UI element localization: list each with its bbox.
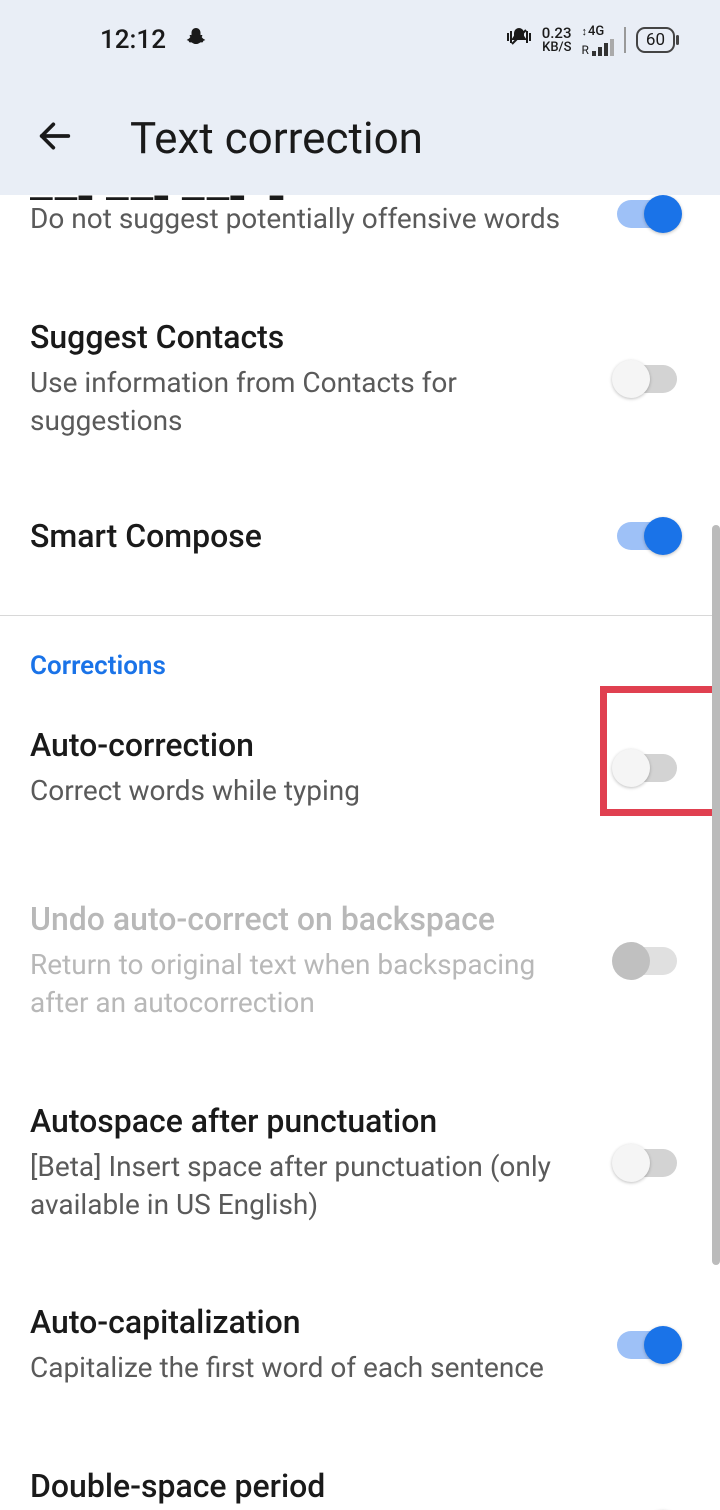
setting-subtitle: Return to original text when backspacing… [30, 946, 582, 1022]
status-bar: 12:12 0.23 KB/S ↕ 4G R [0, 0, 720, 80]
setting-title: Smart Compose [30, 517, 582, 555]
setting-subtitle: Do not suggest potentially offensive wor… [30, 200, 582, 238]
toggle-undo-autocorrect [612, 942, 682, 980]
status-left: 12:12 [100, 24, 208, 57]
page-title: Text correction [130, 112, 423, 164]
setting-double-space-period[interactable]: Double-space period Double tap on spaceb… [0, 1417, 720, 1510]
setting-auto-correction[interactable]: Auto-correction Correct words while typi… [0, 691, 720, 850]
toggle-smart-compose[interactable] [612, 517, 682, 555]
status-right: 0.23 KB/S ↕ 4G R 60 [506, 25, 675, 56]
toggle-autospace[interactable] [612, 1144, 682, 1182]
toggle-auto-correction[interactable] [612, 749, 682, 787]
scrollbar[interactable] [712, 525, 720, 1265]
setting-subtitle: Correct words while typing [30, 772, 582, 810]
setting-title: Autospace after punctuation [30, 1102, 582, 1140]
battery-indicator: 60 [636, 27, 675, 53]
network-speed: 0.23 KB/S [542, 26, 572, 54]
divider-icon [624, 27, 626, 53]
section-header-corrections: Corrections [0, 616, 720, 691]
setting-subtitle: [Beta] Insert space after punctuation (o… [30, 1148, 582, 1224]
setting-title: Double-space period [30, 1467, 582, 1505]
toggle-auto-capitalization[interactable] [612, 1326, 682, 1364]
signal-indicator: ↕ 4G R [581, 25, 613, 56]
snapchat-icon [184, 24, 208, 57]
setting-title: Suggest Contacts [30, 318, 582, 356]
setting-title: Auto-correction [30, 726, 582, 764]
setting-smart-compose[interactable]: Smart Compose [0, 469, 720, 597]
setting-title: Undo auto-correct on backspace [30, 900, 582, 938]
toggle-suggest-contacts[interactable] [612, 360, 682, 398]
setting-block-offensive[interactable]: ▄▄▖▄▄▖▄▄▖▗ ▗▄▖▄▄▖▗▄▖▄▄▖▄▄▖▗▄▖ ▗▗▗ ▗▄▖▄▄▖… [0, 195, 720, 268]
setting-subtitle: Use information from Contacts for sugges… [30, 364, 582, 440]
vibrate-icon [506, 26, 532, 54]
setting-autospace[interactable]: Autospace after punctuation [Beta] Inser… [0, 1052, 720, 1254]
app-bar: Text correction [0, 80, 720, 195]
back-button[interactable] [35, 116, 75, 160]
toggle-block-offensive[interactable] [612, 195, 682, 233]
setting-suggest-contacts[interactable]: Suggest Contacts Use information from Co… [0, 268, 720, 470]
settings-list: ▄▄▖▄▄▖▄▄▖▗ ▗▄▖▄▄▖▗▄▖▄▄▖▄▄▖▗▄▖ ▗▗▗ ▗▄▖▄▄▖… [0, 195, 720, 1510]
status-time: 12:12 [100, 25, 166, 55]
setting-undo-autocorrect: Undo auto-correct on backspace Return to… [0, 850, 720, 1052]
setting-title: Auto-capitalization [30, 1303, 582, 1341]
setting-auto-capitalization[interactable]: Auto-capitalization Capitalize the first… [0, 1253, 720, 1417]
setting-subtitle: Capitalize the first word of each senten… [30, 1349, 582, 1387]
